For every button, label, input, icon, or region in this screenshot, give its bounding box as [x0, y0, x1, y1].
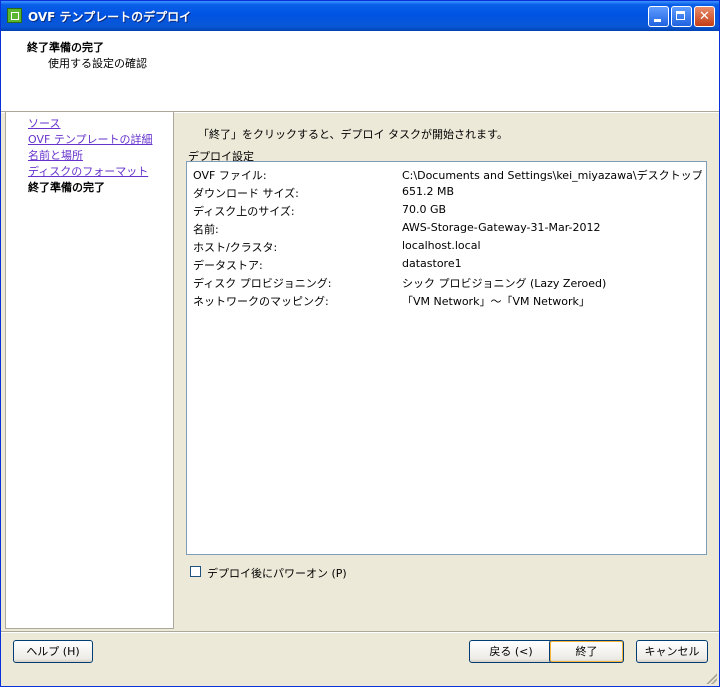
step-link-ovf-details[interactable]: OVF テンプレートの詳細 [28, 131, 152, 147]
setting-label: 名前: [193, 223, 219, 236]
close-icon: ✕ [699, 9, 710, 24]
setting-label: OVF ファイル: [193, 169, 267, 182]
resize-grip[interactable] [705, 672, 717, 684]
vsphere-app-icon [7, 8, 22, 23]
setting-value: AWS-Storage-Gateway-31-Mar-2012 [402, 221, 601, 234]
finish-button[interactable]: 終了 [549, 640, 624, 663]
power-on-checkbox[interactable] [190, 566, 201, 577]
setting-value: シック プロビジョニング (Lazy Zeroed) [402, 277, 607, 290]
back-button[interactable]: 戻る (<) [469, 640, 553, 663]
page-title: 終了準備の完了 [27, 41, 104, 54]
setting-label: ディスク上のサイズ: [193, 205, 295, 218]
footer-divider-highlight [1, 632, 719, 633]
setting-value: localhost.local [402, 239, 481, 252]
setting-label: ダウンロード サイズ: [193, 187, 299, 200]
setting-value: 651.2 MB [402, 185, 455, 198]
setting-value: C:\Documents and Settings\kei_miyazawa\デ… [402, 169, 702, 182]
wizard-steps-nav: ソース OVF テンプレートの詳細 名前と場所 ディスクのフォーマット 終了準備… [5, 111, 174, 629]
setting-value: 70.0 GB [402, 203, 447, 216]
setting-label: ホスト/クラスタ: [193, 241, 278, 254]
close-button[interactable]: ✕ [694, 6, 715, 27]
deploy-settings-list[interactable]: OVF ファイル: C:\Documents and Settings\kei_… [186, 161, 707, 555]
setting-value: 「VM Network」〜「VM Network」 [402, 295, 590, 308]
step-link-name-location[interactable]: 名前と場所 [28, 147, 83, 163]
instruction-text: 「終了」をクリックすると、デプロイ タスクが開始されます。 [198, 128, 508, 141]
help-button[interactable]: ヘルプ (H) [13, 640, 93, 663]
setting-label: ネットワークのマッピング: [193, 295, 329, 308]
power-on-label[interactable]: デプロイ後にパワーオン (P) [207, 565, 347, 581]
deploy-ovf-window: OVF テンプレートのデプロイ ✕ 終了準備の完了 使用する設定の確認 ソース … [0, 0, 720, 687]
step-link-disk-format[interactable]: ディスクのフォーマット [28, 163, 148, 179]
step-current-ready-to-complete: 終了準備の完了 [28, 181, 105, 194]
setting-value: datastore1 [402, 257, 462, 270]
maximize-button[interactable] [671, 6, 692, 27]
wizard-header: 終了準備の完了 使用する設定の確認 [1, 31, 719, 112]
setting-label: データストア: [193, 259, 263, 272]
setting-label: ディスク プロビジョニング: [193, 277, 332, 290]
cancel-button[interactable]: キャンセル [636, 640, 708, 663]
minimize-button[interactable] [648, 6, 669, 27]
step-link-source[interactable]: ソース [28, 115, 60, 131]
window-title: OVF テンプレートのデプロイ [28, 10, 192, 24]
page-subtitle: 使用する設定の確認 [48, 57, 147, 70]
title-bar[interactable]: OVF テンプレートのデプロイ ✕ [1, 1, 719, 31]
